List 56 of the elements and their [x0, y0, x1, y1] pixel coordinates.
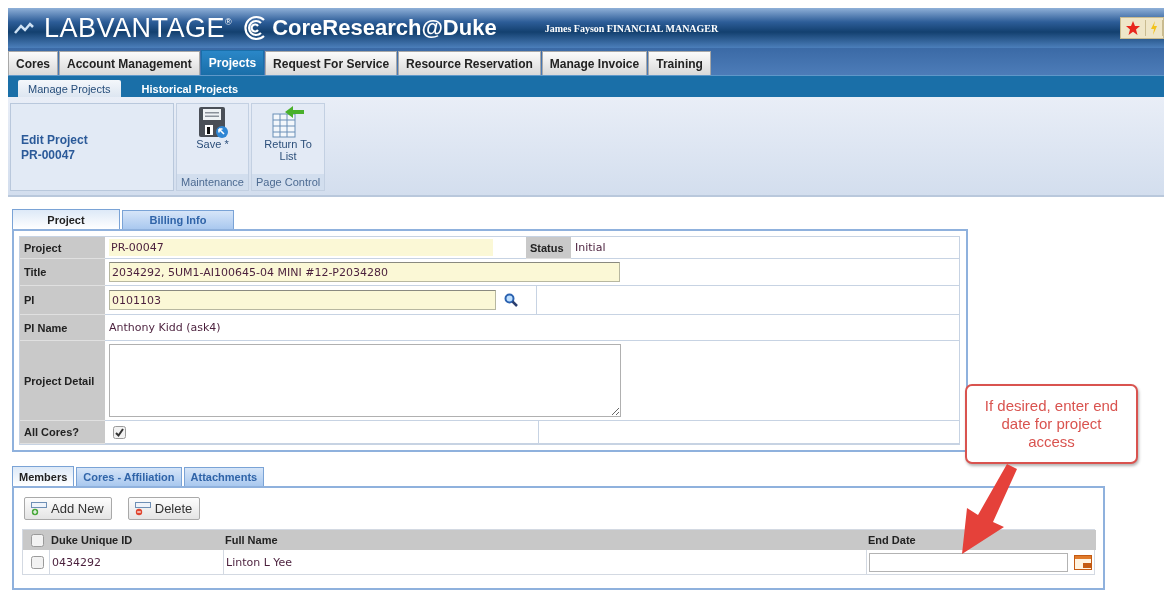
form-tab[interactable]: Project [12, 209, 120, 229]
table-cell: 0434292 [49, 550, 223, 574]
nav-tab[interactable]: Cores [8, 51, 58, 75]
field-label: PI Name [20, 315, 105, 341]
toolbar-button[interactable]: Delete [127, 497, 201, 520]
project-detail-field[interactable] [109, 344, 621, 417]
logo-icon [14, 21, 34, 35]
app-title: CoreResearch@Duke [272, 15, 497, 41]
checkbox[interactable] [113, 425, 126, 439]
field-label: PI [20, 286, 105, 315]
search-icon[interactable] [504, 293, 518, 307]
project-id-field: PR-00047 [109, 239, 493, 256]
title-field[interactable]: 2034292, 5UM1-AI100645-04 MINI #12-P2034280 [109, 262, 620, 282]
field-label: Title [20, 259, 105, 286]
row-checkbox[interactable] [30, 555, 44, 569]
ribbon-button[interactable]: Save * [187, 106, 238, 174]
nav-tab[interactable]: Projects [200, 50, 265, 75]
nav-tab[interactable]: Manage Invoice [541, 51, 648, 75]
pi-name-value: Anthony Kidd (ask4) [109, 321, 221, 334]
form-tab[interactable]: Cores - Affiliation [76, 467, 182, 486]
field-label: Project Detail [20, 341, 105, 421]
group-label: Page Control [252, 174, 325, 190]
status-value: Initial [571, 237, 959, 259]
nav-tab[interactable]: Account Management [59, 51, 200, 75]
sub-tab[interactable]: Historical Projects [120, 80, 260, 97]
field-label: Project [20, 237, 105, 259]
column-header: Full Name [223, 530, 866, 550]
group-label: Maintenance [177, 174, 248, 190]
brand-name: LABVANTAGE [44, 12, 226, 44]
pi-field[interactable]: 0101103 [109, 290, 496, 310]
column-header: End Date [866, 530, 1096, 550]
end-date-field[interactable] [869, 552, 1068, 572]
nav-tab[interactable]: Training [648, 51, 711, 75]
sub-tab[interactable]: Manage Projects [18, 80, 121, 97]
nav-tab[interactable]: Resource Reservation [398, 51, 541, 75]
toolbar-button[interactable]: Add New [24, 497, 112, 520]
form-tab[interactable]: Members [12, 466, 75, 486]
column-header: Duke Unique ID [49, 530, 223, 550]
record-id: PR-00047 [21, 147, 77, 162]
add-row-icon [30, 501, 48, 516]
page-title: Edit Project [21, 132, 89, 147]
floppy-disk-icon [196, 106, 229, 138]
field-label: All Cores? [20, 421, 105, 444]
select-all-checkbox[interactable] [30, 533, 44, 547]
table-with-arrow-icon [271, 106, 306, 138]
user-name: James Fayson FINANCIAL MANAGER [544, 22, 719, 34]
registered-mark: ® [225, 16, 233, 27]
delete-row-icon [133, 501, 152, 516]
nav-tab[interactable]: Request For Service [265, 51, 398, 75]
calendar-icon[interactable] [1074, 554, 1092, 570]
form-tab[interactable]: Billing Info [122, 210, 234, 229]
field-label: Status [526, 237, 571, 259]
form-tab[interactable]: Attachments [183, 467, 265, 486]
table-cell: Linton L Yee [223, 550, 866, 574]
ribbon-button[interactable]: Return To List [263, 106, 314, 174]
callout-note: If desired, enter end date for project access [965, 384, 1138, 464]
